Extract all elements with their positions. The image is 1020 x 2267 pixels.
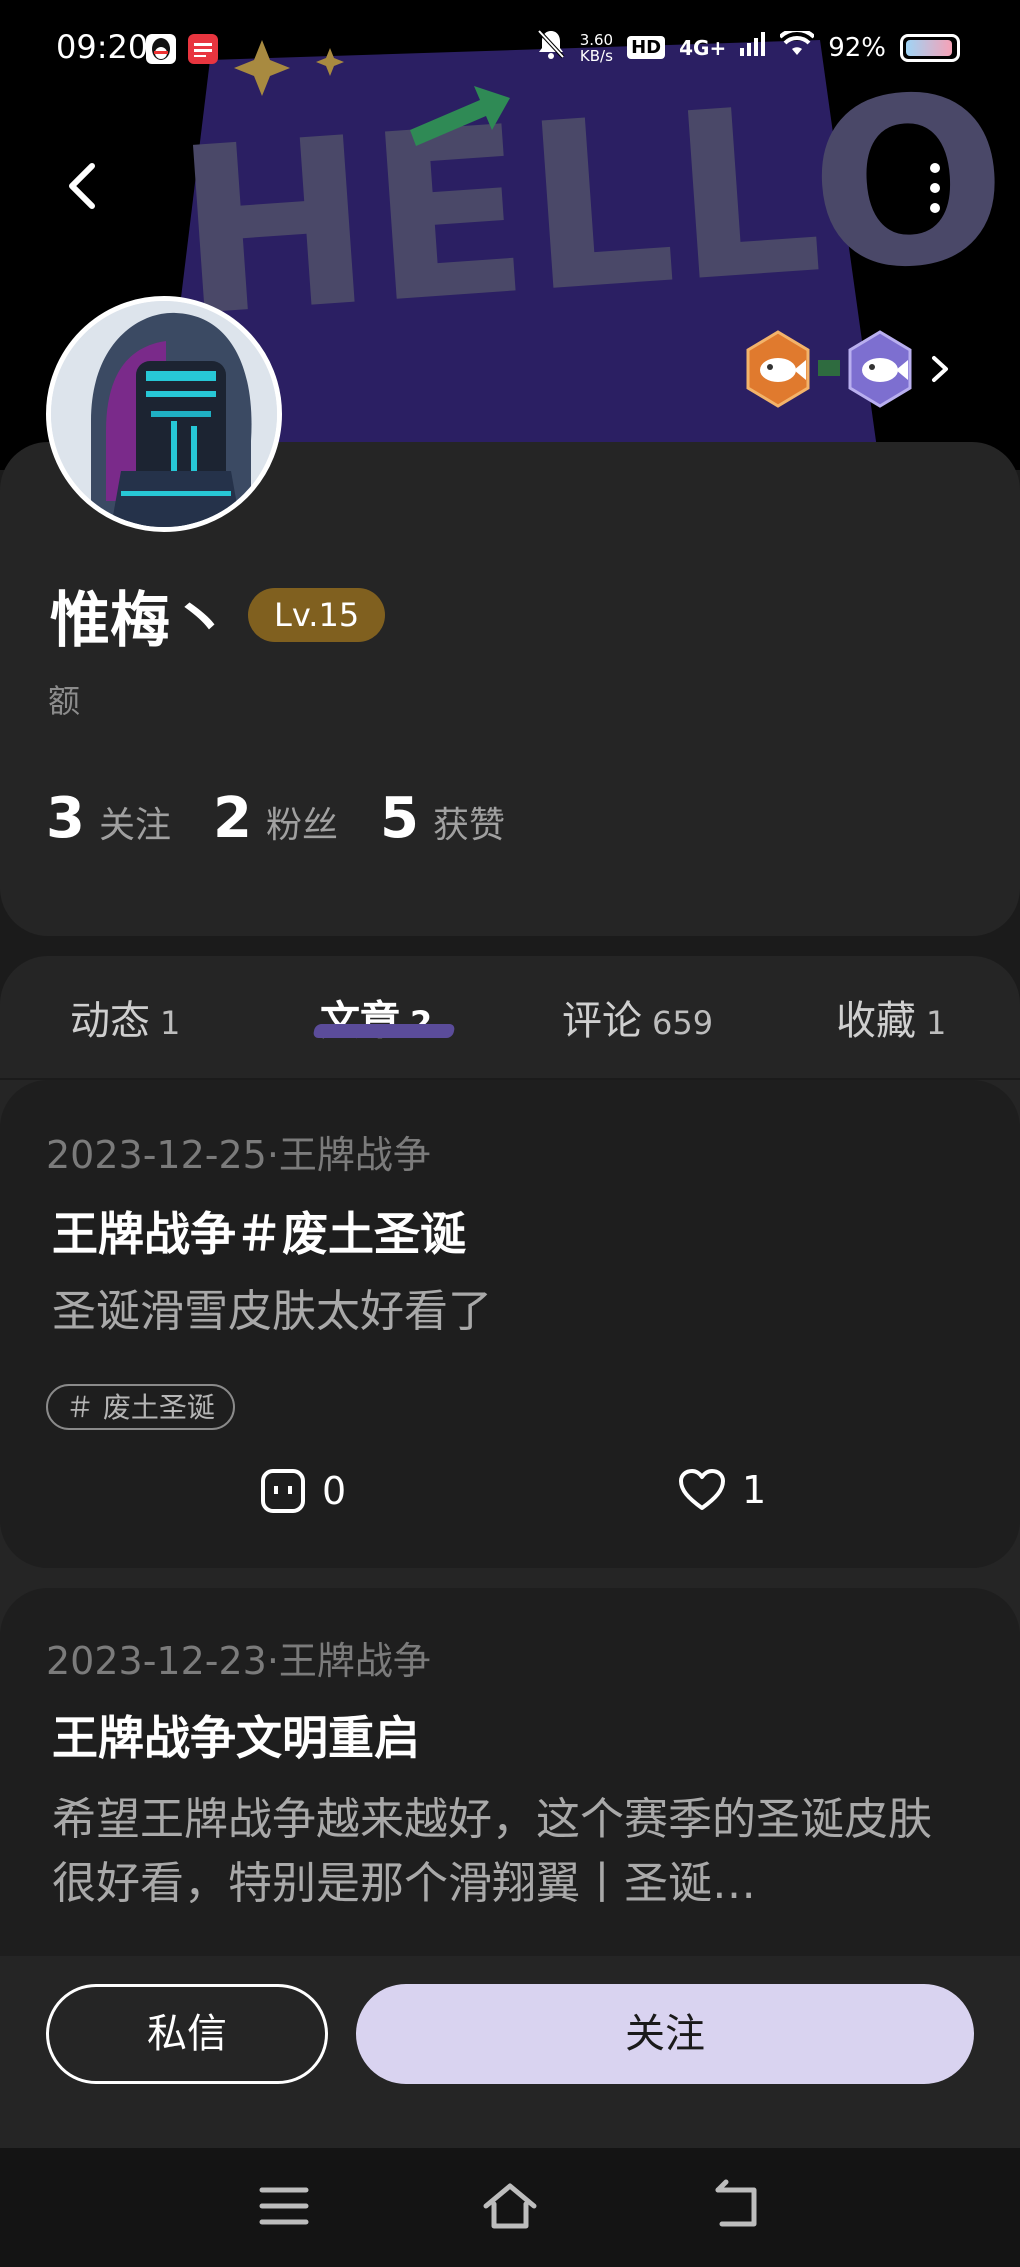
menu-icon (259, 2187, 309, 2225)
post-title: 王牌战争＃废土圣诞 (52, 1207, 466, 1261)
hd-badge: HD (627, 36, 666, 59)
signal-label: 4G+ (679, 35, 727, 60)
tab-label: 收藏 (836, 998, 916, 1044)
stat-label: 关注 (98, 805, 171, 846)
tab-label: 评论 (562, 998, 642, 1044)
wifi-icon (778, 27, 816, 64)
qq-icon (146, 34, 176, 64)
comment-count: 0 (322, 1469, 347, 1513)
stats-row: 3 关注 2 粉丝 5 获赞 (46, 786, 547, 851)
stat-followers[interactable]: 2 粉丝 (213, 786, 338, 851)
follow-button[interactable]: 关注 (356, 1984, 974, 2084)
status-time: 09:20 (56, 28, 149, 66)
app-icon (188, 34, 218, 64)
stat-likes[interactable]: 5 获赞 (380, 786, 505, 851)
comment-icon (261, 1469, 305, 1513)
back-button[interactable] (60, 160, 108, 212)
tab-count: 659 (652, 1004, 714, 1042)
fish-badge-orange-icon (746, 330, 810, 408)
signal-icon (740, 32, 766, 63)
post-meta: 2023-12-25·王牌战争 (46, 1133, 431, 1177)
fish-badge-purple-icon (848, 330, 912, 408)
tab-active-indicator (312, 1024, 456, 1038)
back-arrow-icon (715, 2179, 757, 2227)
tab-count: 1 (160, 1004, 181, 1042)
username: 惟梅丶 (50, 586, 230, 656)
more-button[interactable] (920, 160, 950, 216)
comment-button[interactable]: 0 (260, 1468, 346, 1514)
stat-number: 2 (212, 786, 252, 851)
post-tag[interactable]: ＃ 废土圣诞 (46, 1384, 235, 1430)
home-button[interactable] (482, 2178, 538, 2234)
battery-percent: 92% (828, 32, 886, 63)
avatar-image (51, 301, 277, 527)
net-speed: 3.60 KB/s (579, 30, 614, 65)
bio: 额 (48, 682, 81, 720)
home-icon (483, 2183, 537, 2229)
menu-button[interactable] (256, 2178, 312, 2234)
stat-number: 3 (46, 786, 85, 851)
stat-label: 粉丝 (265, 805, 338, 846)
system-nav-bar (0, 2148, 1020, 2267)
post-excerpt: 希望王牌战争越来越好，这个赛季的圣诞皮肤很好看，特别是那个滑翔翼丨圣诞… (52, 1794, 932, 1909)
chevron-left-icon (69, 163, 95, 209)
post-title: 王牌战争文明重启 (52, 1711, 420, 1765)
message-button[interactable]: 私信 (46, 1984, 328, 2084)
more-vertical-icon (930, 163, 940, 213)
tab-favorites[interactable]: 收藏 1 (836, 988, 946, 1046)
post-card[interactable]: 2023-12-25·王牌战争 王牌战争＃废土圣诞 圣诞滑雪皮肤太好看了 ＃ 废… (0, 1080, 1020, 1568)
badge-connector-icon (818, 360, 840, 376)
post-card[interactable]: 2023-12-23·王牌战争 王牌战争文明重启 希望王牌战争越来越好，这个赛季… (0, 1588, 1020, 2008)
tab-comments[interactable]: 评论 659 (562, 988, 713, 1046)
avatar[interactable] (46, 296, 282, 532)
bottom-action-bar: 私信 关注 (0, 1956, 1020, 2148)
back-nav-button[interactable] (708, 2178, 764, 2234)
chevron-right-icon (932, 356, 948, 382)
tab-label: 动态 (70, 998, 150, 1044)
stat-following[interactable]: 3 关注 (46, 786, 171, 851)
stat-number: 5 (379, 786, 419, 851)
mute-bell-icon (536, 28, 566, 67)
status-bar: 09:20 3.60 KB/s HD 4G+ 92% (0, 0, 1020, 100)
stat-label: 获赞 (432, 805, 505, 846)
tab-count: 1 (926, 1004, 947, 1042)
like-button[interactable]: 1 (678, 1468, 766, 1512)
level-badge: Lv.15 (248, 588, 386, 642)
heart-icon (679, 1469, 725, 1510)
post-meta: 2023-12-23·王牌战争 (46, 1639, 431, 1683)
tab-feed[interactable]: 动态 1 (70, 988, 180, 1046)
battery-icon (900, 33, 960, 62)
like-count: 1 (742, 1468, 767, 1512)
post-excerpt: 圣诞滑雪皮肤太好看了 (52, 1286, 492, 1337)
badge-list[interactable] (744, 330, 960, 408)
